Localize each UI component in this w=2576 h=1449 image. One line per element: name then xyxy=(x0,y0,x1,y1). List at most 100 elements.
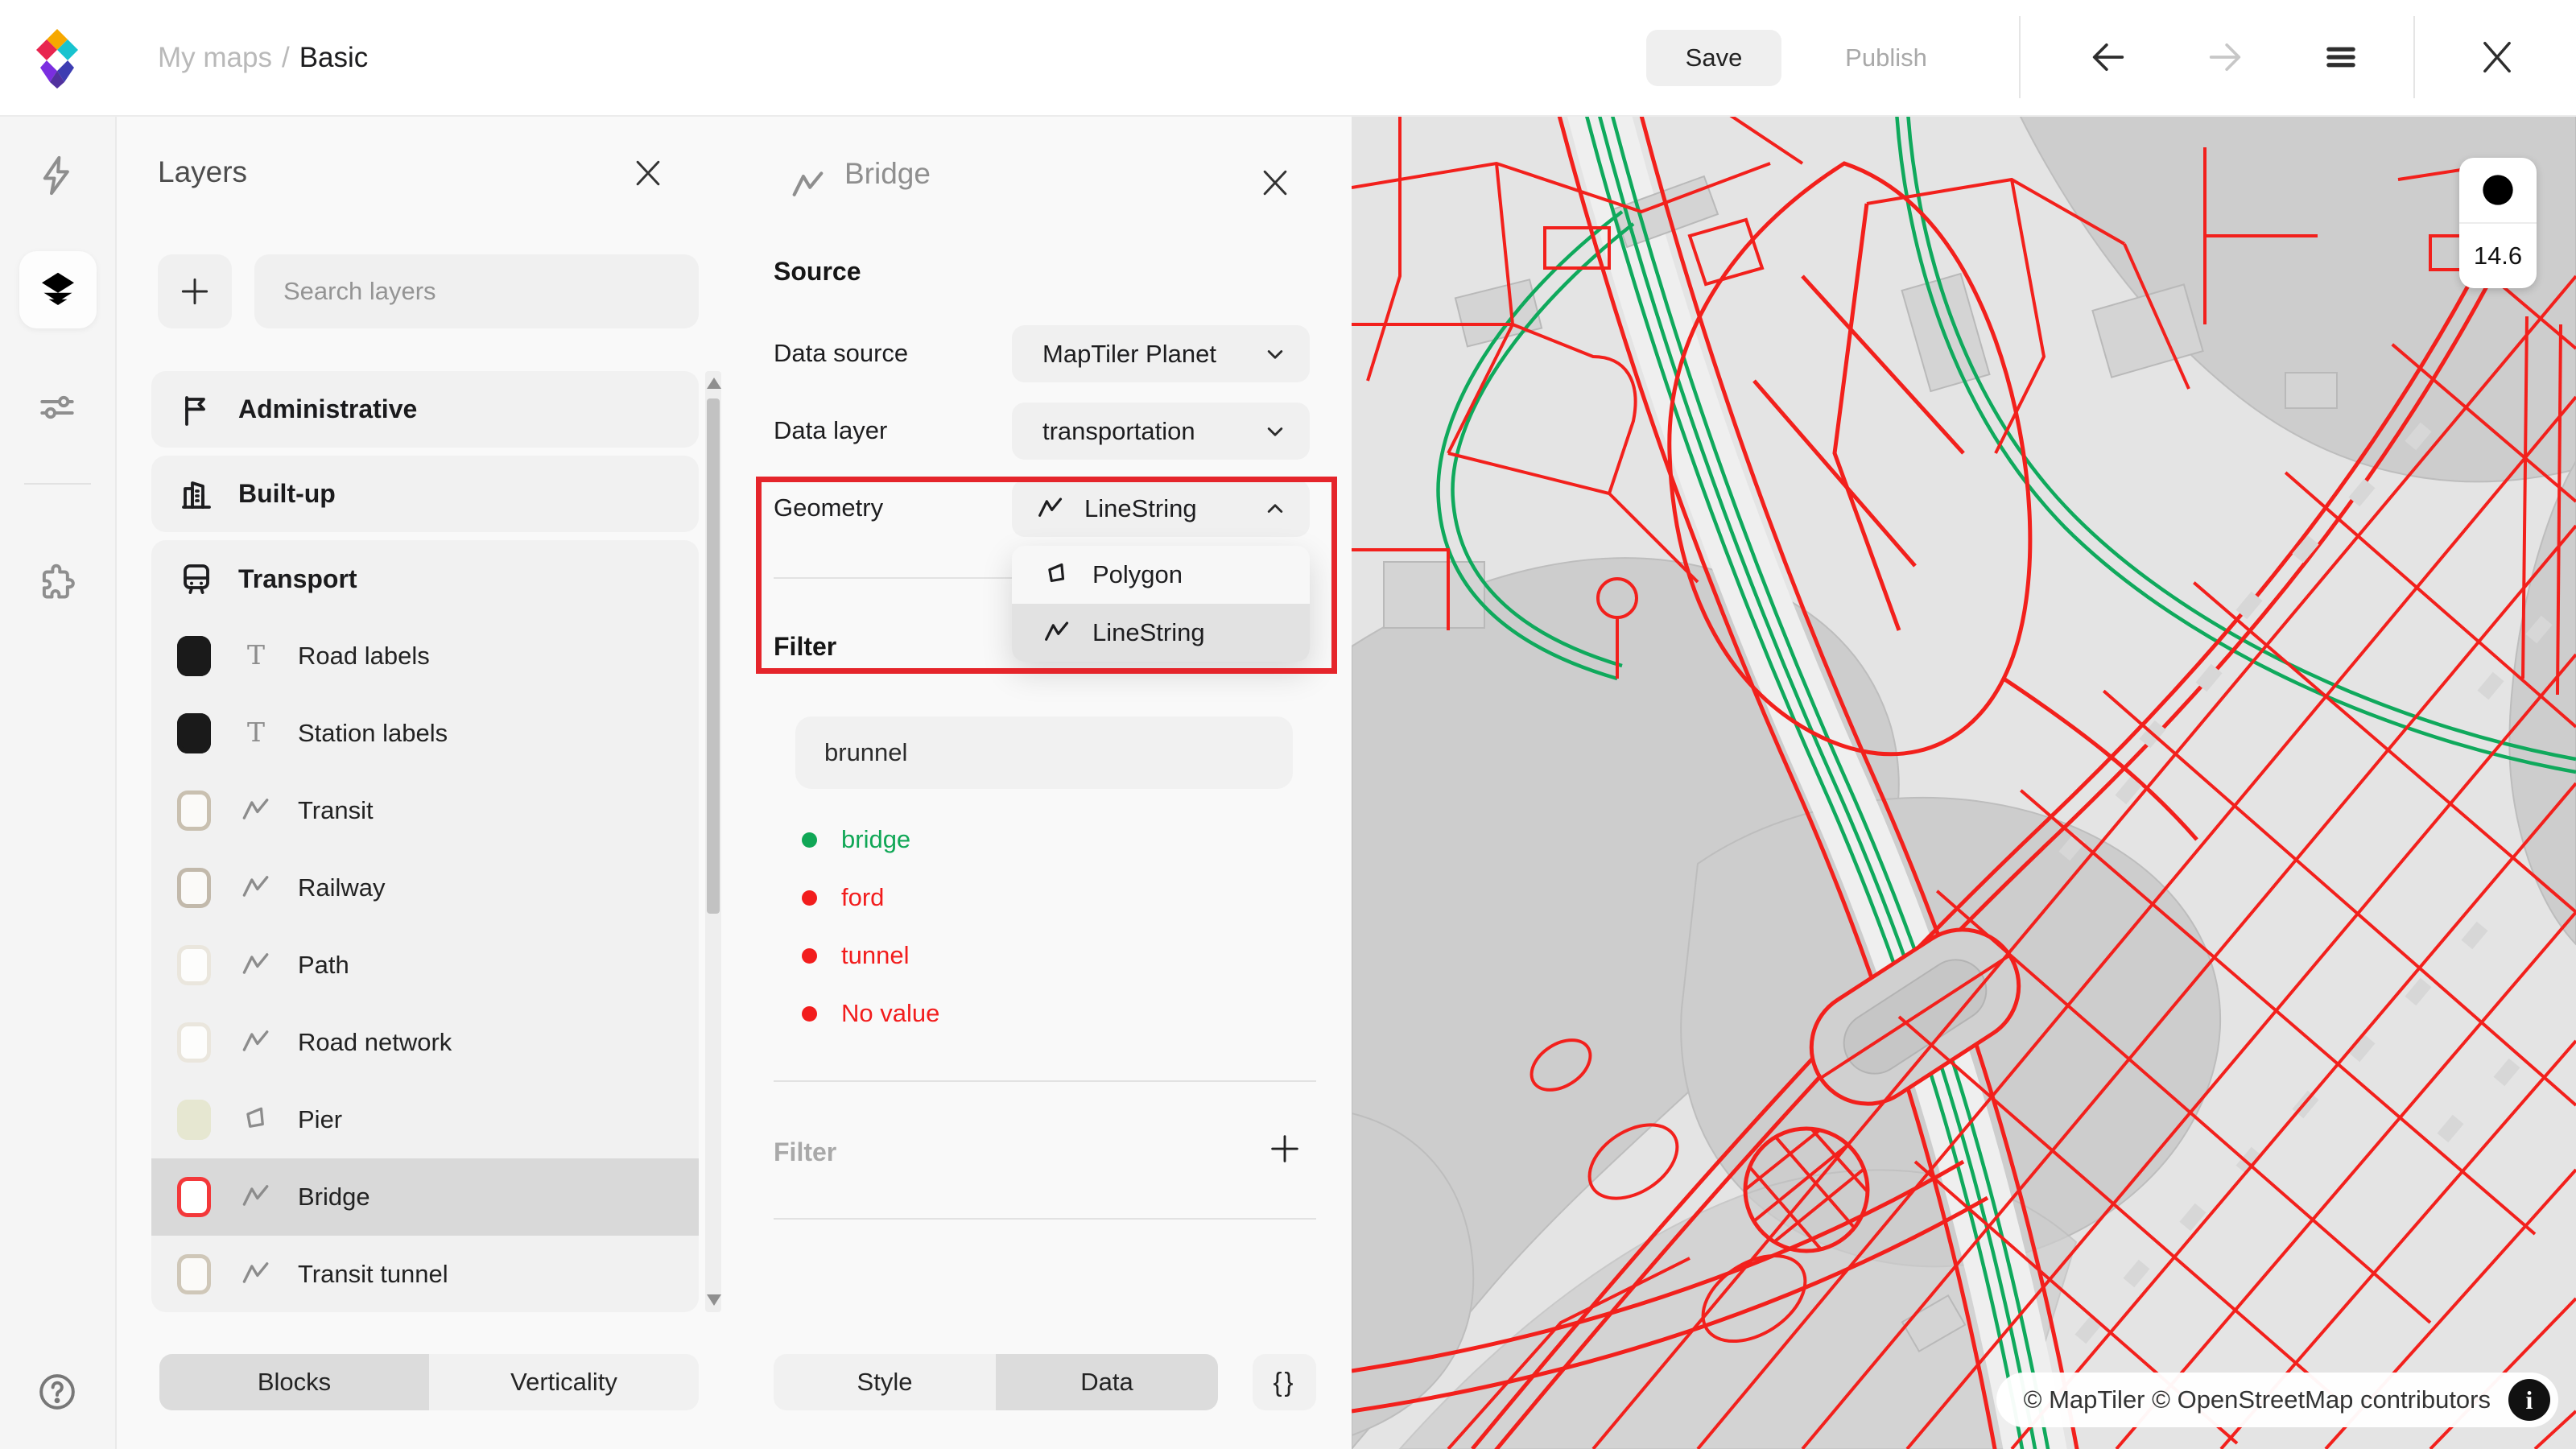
attribution-text: © MapTiler © OpenStreetMap contributors xyxy=(2023,1385,2491,1414)
filter-value-row[interactable]: ford xyxy=(802,880,884,915)
bus-icon xyxy=(177,559,216,598)
tool-rail xyxy=(0,115,117,1449)
close-layers-panel-icon[interactable] xyxy=(622,147,674,199)
section-divider xyxy=(774,1080,1316,1082)
layer-row[interactable]: Transit tunnel xyxy=(151,1236,699,1312)
tab-verticality[interactable]: Verticality xyxy=(429,1354,699,1410)
close-inspector-icon[interactable] xyxy=(1249,157,1301,208)
layer-group-label: Transport xyxy=(238,564,357,593)
add-layer-button[interactable] xyxy=(158,254,232,328)
toolbar-divider xyxy=(2413,16,2415,98)
breadcrumb-current: Basic xyxy=(299,41,369,73)
layer-color-swatch[interactable] xyxy=(177,1254,211,1294)
layer-color-swatch[interactable] xyxy=(177,1022,211,1063)
layer-group-row[interactable]: Administrative xyxy=(151,371,699,448)
map-render xyxy=(1352,115,2576,1449)
layer-row[interactable]: Road network xyxy=(151,1004,699,1081)
data-source-dropdown[interactable]: MapTiler Planet xyxy=(1012,325,1310,382)
flag-icon xyxy=(177,390,216,429)
geometry-option-polygon[interactable]: Polygon xyxy=(1012,546,1310,604)
lightning-icon[interactable] xyxy=(33,151,81,200)
value-dot-icon xyxy=(802,947,817,964)
layer-row[interactable]: Path xyxy=(151,927,699,1004)
add-filter-plus-icon[interactable] xyxy=(1259,1123,1311,1174)
menu-hamburger-icon[interactable] xyxy=(2317,33,2365,81)
filter-value-row[interactable]: No value xyxy=(802,996,939,1031)
layer-row[interactable]: T Station labels xyxy=(151,695,699,772)
scrollbar-thumb[interactable] xyxy=(707,398,720,914)
breadcrumb-separator: / xyxy=(281,41,290,73)
scroll-down-icon[interactable] xyxy=(707,1294,721,1306)
layer-row[interactable]: T Road labels xyxy=(151,617,699,695)
geometry-label: Geometry xyxy=(774,493,884,522)
value-dot-icon xyxy=(802,832,817,848)
sliders-icon[interactable] xyxy=(33,383,81,431)
publish-button[interactable]: Publish xyxy=(1807,30,1965,86)
data-source-label: Data source xyxy=(774,339,909,367)
layer-label: Railway xyxy=(298,873,386,902)
map-attribution: © MapTiler © OpenStreetMap contributors … xyxy=(1996,1373,2558,1427)
layer-inspector-panel: Bridge Source Data source MapTiler Plane… xyxy=(734,115,1352,1449)
filter-value-row[interactable]: tunnel xyxy=(802,938,909,973)
layer-row[interactable]: Transit xyxy=(151,772,699,849)
geometry-option-linestring[interactable]: LineString xyxy=(1012,604,1310,662)
chevron-down-icon xyxy=(1261,341,1289,368)
tab-blocks[interactable]: Blocks xyxy=(159,1354,429,1410)
layer-label: Station labels xyxy=(298,719,448,747)
filter-value-row[interactable]: bridge xyxy=(802,822,910,857)
layer-label: Path xyxy=(298,951,349,979)
toolbar-divider xyxy=(2019,16,2021,98)
search-layers-input[interactable] xyxy=(254,254,699,328)
layer-label: Transit xyxy=(298,796,374,824)
layer-color-swatch[interactable] xyxy=(177,1177,211,1217)
layer-color-swatch[interactable] xyxy=(177,791,211,831)
data-layer-label: Data layer xyxy=(774,416,888,444)
section-divider xyxy=(774,577,1012,579)
layer-color-swatch[interactable] xyxy=(177,945,211,985)
line-icon xyxy=(238,793,274,828)
geometry-dropdown[interactable]: LineString xyxy=(1012,480,1310,537)
filter-add-label: Filter xyxy=(774,1137,837,1166)
layer-color-swatch[interactable] xyxy=(177,1100,211,1140)
layer-card: Built-up xyxy=(151,456,699,532)
value-dot-icon xyxy=(802,890,817,906)
data-layer-dropdown[interactable]: transportation xyxy=(1012,402,1310,460)
line-icon xyxy=(238,1257,274,1292)
breadcrumb-parent[interactable]: My maps xyxy=(158,42,272,74)
layer-group-row[interactable]: Transport xyxy=(151,540,699,617)
layer-card: Transport T Road labels T Station labels Tran… xyxy=(151,540,699,1312)
map-canvas[interactable]: 14.6 © MapTiler © OpenStreetMap contribu… xyxy=(1352,115,2576,1449)
redo-arrow-right-icon[interactable] xyxy=(2201,33,2249,81)
layer-label: Transit tunnel xyxy=(298,1260,448,1288)
puzzle-icon[interactable] xyxy=(33,559,81,607)
layer-color-swatch[interactable] xyxy=(177,636,211,676)
text-icon: T xyxy=(238,638,274,674)
tab-style[interactable]: Style xyxy=(774,1354,996,1410)
layer-row[interactable]: Bridge xyxy=(151,1158,699,1236)
tab-data[interactable]: Data xyxy=(996,1354,1218,1410)
breadcrumb: My maps / Basic xyxy=(158,0,368,115)
help-icon[interactable] xyxy=(33,1368,81,1416)
maptiler-logo-icon[interactable] xyxy=(34,29,80,89)
json-editor-button[interactable]: {} xyxy=(1253,1354,1316,1410)
layers-scrollbar[interactable] xyxy=(705,371,721,1312)
save-button[interactable]: Save xyxy=(1646,30,1781,86)
chevron-up-icon xyxy=(1261,495,1289,522)
close-window-icon[interactable] xyxy=(2473,33,2521,81)
filter-attribute-field[interactable] xyxy=(795,716,1293,789)
inspector-title: Bridge xyxy=(844,157,931,190)
layer-color-swatch[interactable] xyxy=(177,868,211,908)
section-divider xyxy=(774,1218,1316,1220)
undo-arrow-left-icon[interactable] xyxy=(2084,33,2132,81)
layer-group-row[interactable]: Built-up xyxy=(151,456,699,532)
scroll-up-icon[interactable] xyxy=(707,378,721,389)
layer-color-swatch[interactable] xyxy=(177,713,211,753)
layers-panel-icon[interactable] xyxy=(19,251,97,328)
top-bar: My maps / Basic Save Publish xyxy=(0,0,2576,117)
svg-text:T: T xyxy=(247,716,265,748)
compass-icon[interactable] xyxy=(2459,158,2537,224)
layer-row[interactable]: Pier xyxy=(151,1081,699,1158)
filter-value-label: tunnel xyxy=(841,941,910,969)
layer-row[interactable]: Railway xyxy=(151,849,699,927)
info-icon[interactable]: i xyxy=(2508,1379,2550,1421)
